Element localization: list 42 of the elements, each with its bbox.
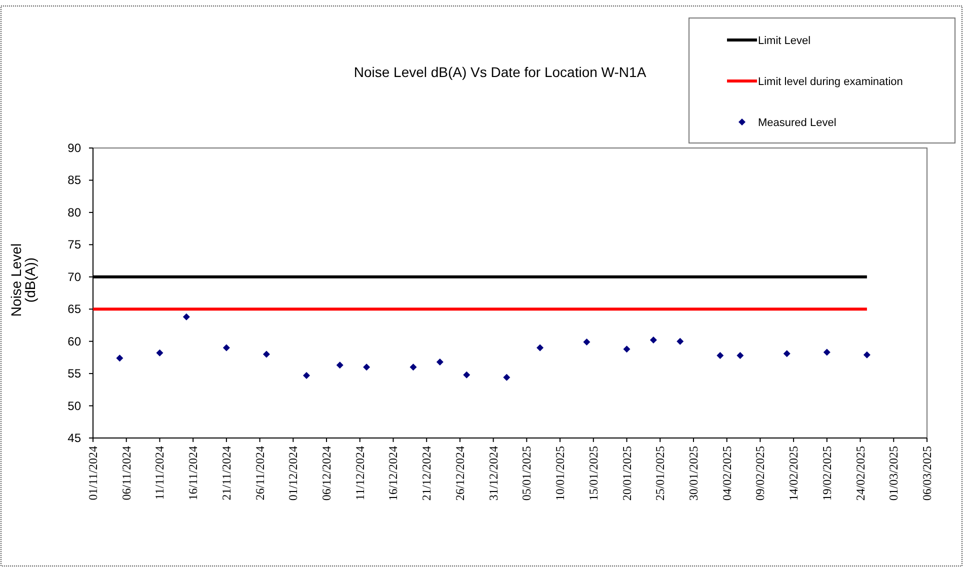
x-tick-label: 19/02/2025 [820, 446, 834, 501]
axis-title: (dB(A)) [22, 257, 38, 303]
y-tick-label: 85 [68, 173, 81, 188]
y-tick-label: 45 [68, 431, 81, 445]
x-tick-label: 20/01/2025 [620, 446, 634, 501]
x-tick-label: 25/01/2025 [653, 446, 668, 501]
x-tick-label: 01/03/2025 [886, 446, 901, 501]
x-tick-label: 26/11/2024 [252, 446, 267, 500]
y-tick-label: 50 [68, 398, 81, 413]
legend-label: Limit level during examination [758, 76, 903, 88]
x-tick-label: 05/01/2025 [520, 446, 534, 501]
x-tick-label: 01/11/2024 [86, 446, 100, 500]
axis-title: Noise Level [8, 243, 24, 317]
x-tick-label: 15/01/2025 [586, 446, 600, 501]
y-tick-label: 60 [68, 334, 81, 348]
x-tick-label: 04/02/2025 [720, 446, 734, 501]
y-tick-label: 75 [68, 238, 81, 252]
x-tick-label: 01/12/2024 [286, 446, 300, 501]
x-tick-label: 30/01/2025 [686, 446, 700, 501]
x-tick-label: 21/11/2024 [219, 446, 234, 500]
x-tick-label: 16/12/2024 [386, 446, 400, 501]
y-tick-label: 90 [68, 141, 81, 155]
x-tick-label: 06/03/2025 [920, 446, 934, 501]
x-tick-label: 09/02/2025 [753, 446, 768, 501]
x-tick-label: 11/12/2024 [352, 446, 367, 500]
y-tick-label: 55 [68, 366, 81, 381]
x-tick-label: 21/12/2024 [420, 446, 434, 501]
x-tick-label: 26/12/2024 [452, 446, 467, 501]
chart-title: Noise Level dB(A) Vs Date for Location W-N1A [354, 64, 646, 80]
x-tick-label: 31/12/2024 [486, 446, 500, 501]
x-tick-label: 14/02/2025 [786, 446, 801, 501]
x-tick-label: 06/11/2024 [119, 446, 134, 500]
x-tick-label: 24/02/2025 [853, 446, 868, 501]
y-tick-label: 70 [68, 270, 81, 284]
y-tick-label: 80 [68, 205, 81, 220]
x-tick-label: 16/11/2024 [186, 446, 200, 500]
x-tick-label: 10/01/2025 [553, 446, 568, 501]
legend-label: Measured Level [758, 117, 836, 129]
x-tick-label: 11/11/2024 [152, 446, 167, 500]
y-tick-label: 65 [68, 302, 81, 316]
x-tick-label: 06/12/2024 [320, 446, 334, 501]
legend-label: Limit Level [758, 35, 811, 47]
